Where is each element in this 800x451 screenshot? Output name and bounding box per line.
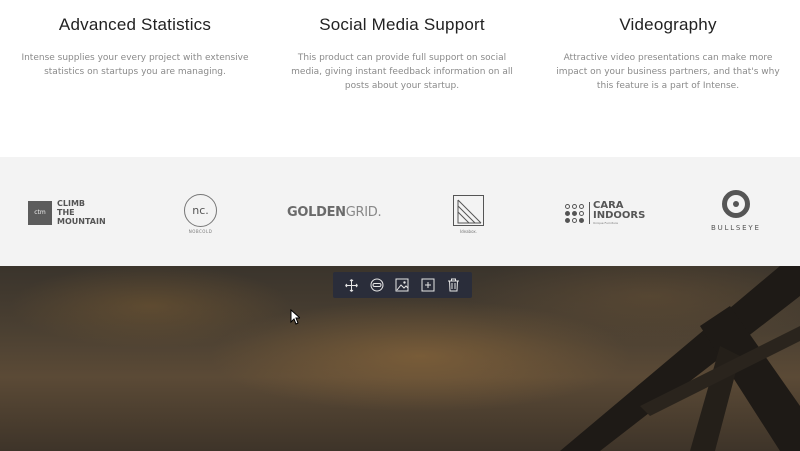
image-icon <box>395 278 409 292</box>
feature-text: Attractive video presentations can make … <box>556 53 780 91</box>
logo-climb-the-mountain[interactable]: ctm CLIMB THE MOUNTAIN <box>28 199 106 226</box>
feature-title: Advanced Statistics <box>58 15 212 34</box>
golden-bold: GOLDEN <box>287 205 346 220</box>
ideabox-mark <box>453 195 484 226</box>
client-logos-strip: ctm CLIMB THE MOUNTAIN nc. NOBCOLD GOLDE… <box>0 157 800 266</box>
logo-ideabox[interactable]: Ideabox. <box>453 195 484 234</box>
link-button[interactable] <box>368 276 386 294</box>
element-toolbar <box>333 272 472 298</box>
nc-mark: nc. <box>184 194 217 227</box>
feature-social-media-support: Social Media Support This product can pr… <box>287 0 517 93</box>
ctm-badge: ctm <box>28 200 52 225</box>
image-button[interactable] <box>393 276 411 294</box>
feature-advanced-statistics: Advanced Statistics Intense supplies you… <box>20 0 250 79</box>
bullseye-wordmark: BULLSEYE <box>711 224 761 232</box>
features-section: Advanced Statistics Intense supplies you… <box>0 0 800 157</box>
feature-title: Videography <box>619 15 717 34</box>
logo-cara-indoors[interactable]: CARA INDOORS Unique Furniture <box>565 201 645 225</box>
feature-title: Social Media Support <box>319 15 485 34</box>
cara-dots-icon <box>565 203 584 223</box>
mouse-cursor-icon <box>290 309 300 325</box>
ctm-wordmark: CLIMB THE MOUNTAIN <box>57 199 106 226</box>
cara-wordmark: CARA INDOORS Unique Furniture <box>593 200 646 226</box>
logo-nobcold[interactable]: nc. NOBCOLD <box>184 194 217 234</box>
feature-text: This product can provide full support on… <box>291 53 513 91</box>
add-button[interactable] <box>419 276 437 294</box>
feature-videography: Videography Attractive video presentatio… <box>553 0 783 93</box>
ideabox-subtitle: Ideabox. <box>459 229 478 234</box>
add-icon <box>421 278 435 292</box>
nc-subtitle: NOBCOLD <box>188 229 213 234</box>
feature-text: Intense supplies your every project with… <box>21 53 249 77</box>
trash-icon <box>447 278 459 292</box>
link-icon <box>370 278 384 292</box>
move-button[interactable] <box>343 276 361 294</box>
move-icon <box>345 278 359 292</box>
bullseye-icon <box>721 190 750 218</box>
logo-bullseye[interactable]: BULLSEYE <box>711 190 761 232</box>
golden-light: GRID. <box>345 205 382 220</box>
logo-goldengrid[interactable]: GOLDEN GRID. <box>287 205 382 220</box>
delete-button[interactable] <box>444 276 462 294</box>
